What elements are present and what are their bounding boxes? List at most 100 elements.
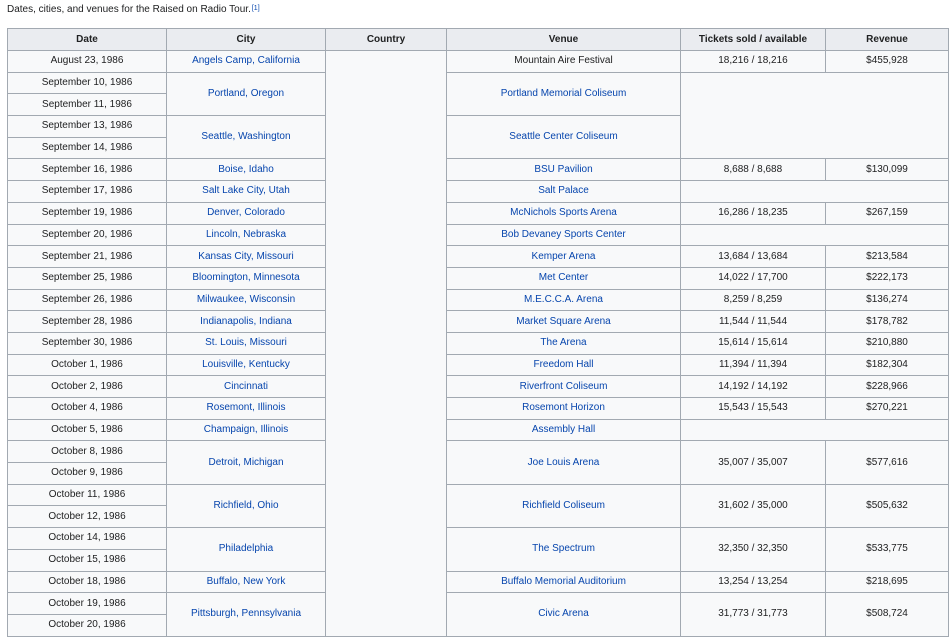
city-link[interactable]: Denver, Colorado [166, 201, 326, 225]
tickets-revenue-blank [680, 418, 949, 442]
venue-link[interactable]: McNichols Sports Arena [446, 201, 681, 225]
venue-link[interactable]: Buffalo Memorial Auditorium [446, 570, 681, 594]
city-link[interactable]: Louisville, Kentucky [166, 353, 326, 377]
date-cell: October 18, 1986 [7, 570, 167, 594]
city-link[interactable]: Pittsburgh, Pennsylvania [166, 592, 326, 637]
city-link[interactable]: Detroit, Michigan [166, 440, 326, 485]
venue-link[interactable]: M.E.C.C.A. Arena [446, 288, 681, 312]
tickets-cell: 16,286 / 18,235 [680, 201, 826, 225]
revenue-cell: $136,274 [825, 288, 949, 312]
date-cell: October 1, 1986 [7, 353, 167, 377]
header-date: Date [7, 28, 167, 51]
tickets-cell: 11,394 / 11,394 [680, 353, 826, 377]
header-row: Date City Country Venue Tickets sold / a… [7, 28, 949, 51]
venue-link[interactable]: Salt Palace [446, 180, 681, 203]
revenue-cell: $218,695 [825, 570, 949, 594]
venue-link[interactable]: Civic Arena [446, 592, 681, 637]
table-row: August 23, 1986 Angels Camp, California … [7, 50, 949, 637]
city-link[interactable]: Champaign, Illinois [166, 418, 326, 442]
venue-link[interactable]: Rosemont Horizon [446, 397, 681, 420]
venue-link[interactable]: Bob Devaney Sports Center [446, 223, 681, 247]
table-row: October 1, 1986 Louisville, Kentucky Fre… [7, 353, 949, 377]
city-link[interactable]: Lincoln, Nebraska [166, 223, 326, 247]
header-tickets: Tickets sold / available [680, 28, 826, 51]
city-link[interactable]: Boise, Idaho [166, 158, 326, 182]
date-cell: October 20, 1986 [7, 613, 167, 637]
venue-link[interactable]: The Spectrum [446, 527, 681, 572]
revenue-cell: $267,159 [825, 201, 949, 225]
venue-link[interactable]: Freedom Hall [446, 353, 681, 377]
venue-link[interactable]: Portland Memorial Coliseum [446, 71, 681, 117]
city-link[interactable]: Kansas City, Missouri [166, 245, 326, 268]
venue-link[interactable]: Seattle Center Coliseum [446, 115, 681, 160]
date-cell: September 10, 1986 [7, 71, 167, 95]
table-row: October 4, 1986 Rosemont, Illinois Rosem… [7, 397, 949, 420]
date-cell: October 5, 1986 [7, 418, 167, 442]
venue-link[interactable]: Assembly Hall [446, 418, 681, 442]
tickets-cell: 13,254 / 13,254 [680, 570, 826, 594]
city-link[interactable]: Bloomington, Minnesota [166, 266, 326, 290]
tickets-revenue-blank [680, 180, 949, 203]
date-cell: September 26, 1986 [7, 288, 167, 312]
revenue-cell: $210,880 [825, 331, 949, 355]
tickets-cell: 8,688 / 8,688 [680, 158, 826, 182]
city-link[interactable]: Indianapolis, Indiana [166, 310, 326, 333]
table-row: October 19, 1986 Pittsburgh, Pennsylvani… [7, 592, 949, 637]
city-link[interactable]: Salt Lake City, Utah [166, 180, 326, 203]
venue-link[interactable]: Riverfront Coliseum [446, 375, 681, 398]
tickets-revenue-blank [680, 223, 949, 247]
city-link[interactable]: Milwaukee, Wisconsin [166, 288, 326, 312]
city-link[interactable]: Angels Camp, California [166, 50, 326, 73]
table-row: September 16, 1986 Boise, Idaho BSU Pavi… [7, 158, 949, 182]
city-link[interactable]: Philadelphia [166, 527, 326, 572]
city-link[interactable]: Portland, Oregon [166, 71, 326, 117]
revenue-cell: $222,173 [825, 266, 949, 290]
revenue-cell: $228,966 [825, 375, 949, 398]
date-cell: October 19, 1986 [7, 592, 167, 615]
table-row: September 28, 1986 Indianapolis, Indiana… [7, 310, 949, 333]
tickets-cell: 31,773 / 31,773 [680, 592, 826, 637]
tickets-cell: 11,544 / 11,544 [680, 310, 826, 333]
city-link[interactable]: Buffalo, New York [166, 570, 326, 594]
city-link[interactable]: Rosemont, Illinois [166, 397, 326, 420]
venue-link[interactable]: The Arena [446, 331, 681, 355]
date-cell: September 28, 1986 [7, 310, 167, 333]
table-row: October 11, 1986 Richfield, Ohio Richfie… [7, 483, 949, 529]
table-row: September 30, 1986 St. Louis, Missouri T… [7, 331, 949, 355]
revenue-cell: $455,928 [825, 50, 949, 73]
city-link[interactable]: Cincinnati [166, 375, 326, 398]
header-country: Country [325, 28, 447, 51]
date-cell: September 20, 1986 [7, 223, 167, 247]
revenue-cell: $178,782 [825, 310, 949, 333]
venue-link[interactable]: Met Center [446, 266, 681, 290]
venue-link[interactable]: Kemper Arena [446, 245, 681, 268]
tickets-cell: 32,350 / 32,350 [680, 527, 826, 572]
tickets-cell: 31,602 / 35,000 [680, 483, 826, 529]
venue-link[interactable]: Joe Louis Arena [446, 440, 681, 485]
date-cell: September 21, 1986 [7, 245, 167, 268]
venue-link[interactable]: Market Square Arena [446, 310, 681, 333]
city-link[interactable]: Seattle, Washington [166, 115, 326, 160]
header-city: City [166, 28, 326, 51]
header-revenue: Revenue [825, 28, 949, 51]
table-row: September 25, 1986 Bloomington, Minnesot… [7, 266, 949, 290]
date-cell: September 25, 1986 [7, 266, 167, 290]
tickets-cell: 18,216 / 18,216 [680, 50, 826, 73]
table-row: September 19, 1986 Denver, Colorado McNi… [7, 201, 949, 225]
tickets-cell: 14,022 / 17,700 [680, 266, 826, 290]
citation-link[interactable]: [1] [252, 5, 260, 12]
venue-link[interactable]: Richfield Coliseum [446, 483, 681, 529]
venue-link[interactable]: BSU Pavilion [446, 158, 681, 182]
table-row: October 5, 1986 Champaign, Illinois Asse… [7, 418, 949, 442]
date-cell: September 13, 1986 [7, 115, 167, 138]
table-row: October 18, 1986 Buffalo, New York Buffa… [7, 570, 949, 594]
table-row: September 20, 1986 Lincoln, Nebraska Bob… [7, 223, 949, 247]
date-cell: October 2, 1986 [7, 375, 167, 398]
venue-cell: Mountain Aire Festival [446, 50, 681, 73]
date-cell: October 11, 1986 [7, 483, 167, 507]
city-link[interactable]: St. Louis, Missouri [166, 331, 326, 355]
date-cell: September 11, 1986 [7, 93, 167, 117]
country-cell [325, 50, 447, 637]
table-row: October 8, 1986 Detroit, Michigan Joe Lo… [7, 440, 949, 485]
city-link[interactable]: Richfield, Ohio [166, 483, 326, 529]
